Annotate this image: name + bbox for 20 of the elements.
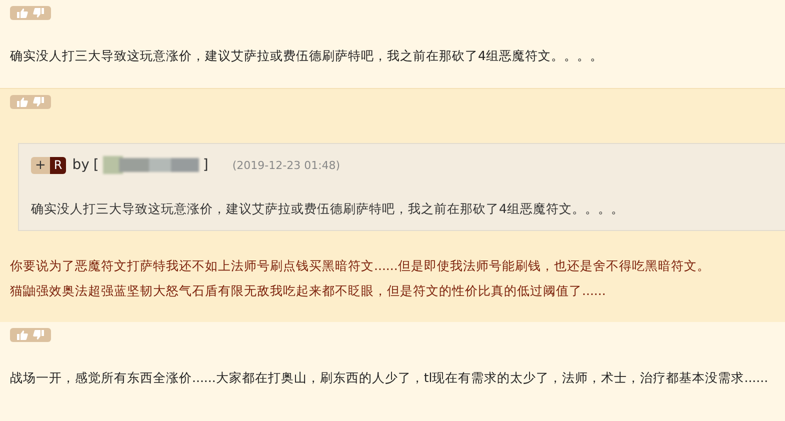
post-text: 猫鼬强效奥法超强蓝坚韧大怒气石盾有限无敌我吃起来都不眨眼，但是符文的性价比真的低过阈值了...... [10, 282, 607, 300]
reply-badge: R [50, 156, 66, 174]
post-text: 你要说为了恶魔符文打萨特我还不如上法师号刷点钱买黑暗符文......但是即使我法师号能刷钱，也还是舍不得吃黑暗符文。 [10, 257, 711, 275]
vote-buttons[interactable] [10, 6, 51, 20]
post-text: 确实没人打三大导致这玩意涨价，建议艾萨拉或费伍德刷萨特吧，我之前在那砍了4组恶魔符文。。。。 [10, 47, 604, 65]
thumbs-up-icon [17, 330, 28, 340]
post-text: 战场一开，感觉所有东西全涨价......大家都在打奥山，刷东西的人少了，tl现在有需求的太少了，法师，术士，治疗都基本没需求...... [10, 369, 770, 387]
thumbs-down-icon [33, 8, 44, 18]
bracket: [ [93, 157, 99, 173]
thumbs-up-icon [17, 8, 28, 18]
post-time: (2019-12-23 01:48) [232, 158, 340, 172]
quoted-text: 确实没人打三大导致这玩意涨价，建议艾萨拉或费伍德刷萨特吧，我之前在那砍了4组恶魔符文。。。。 [31, 201, 625, 218]
bracket: ] [202, 157, 208, 173]
vote-buttons[interactable] [10, 328, 51, 342]
thumbs-down-icon [33, 97, 44, 107]
by-label: by [72, 157, 90, 173]
thumbs-up-icon [17, 97, 28, 107]
vote-buttons[interactable] [10, 95, 51, 109]
thumbs-down-icon [33, 330, 44, 340]
plus-button[interactable]: + [31, 156, 50, 174]
